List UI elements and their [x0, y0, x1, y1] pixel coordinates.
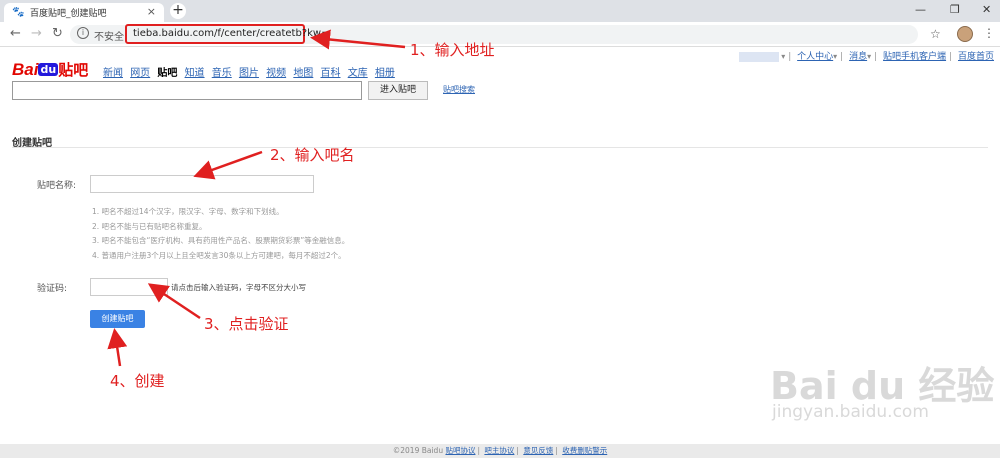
- copyright-text: ©2019 Baidu: [392, 446, 444, 455]
- tab-close-icon[interactable]: ×: [147, 5, 156, 18]
- annotation-step3: 3、点击验证: [204, 315, 289, 333]
- logo-bai-text: Bai: [12, 60, 39, 79]
- tieba-logo[interactable]: Bai du 贴吧: [12, 59, 92, 79]
- nav-news[interactable]: 新闻: [103, 68, 123, 79]
- tab-title: 百度贴吧_创建贴吧: [30, 9, 107, 19]
- annotation-step4: 4、创建: [110, 372, 165, 390]
- baidu-paw-icon: 🐾: [12, 7, 25, 18]
- profile-avatar[interactable]: [957, 26, 973, 42]
- user-bar: ▾ | 个人中心▾ | 消息▾ | 贴吧手机客户端 | 百度首页: [739, 49, 994, 62]
- back-icon[interactable]: ←: [10, 26, 21, 41]
- annotation-step2: 2、输入吧名: [270, 146, 355, 164]
- minimize-icon[interactable]: —: [915, 3, 926, 16]
- rule-item: 3. 吧名不能包含“医疗机构、具有药用性产品名、股票期货彩票”等金融信息。: [92, 236, 350, 246]
- footer-link-feedback[interactable]: 意见反馈: [523, 446, 553, 455]
- bookmark-star-icon[interactable]: ☆: [930, 27, 941, 41]
- user-center-link[interactable]: 个人中心: [797, 52, 833, 62]
- arrow-step2: [193, 150, 263, 180]
- rule-item: 1. 吧名不超过14个汉字，限汉字、字母、数字和下划线。: [92, 207, 284, 216]
- nav-music[interactable]: 音乐: [212, 68, 232, 79]
- reload-icon[interactable]: ↻: [52, 26, 63, 41]
- messages-link[interactable]: 消息: [849, 52, 867, 62]
- maximize-icon[interactable]: ❐: [950, 3, 960, 16]
- username-blurred[interactable]: [739, 51, 780, 62]
- forward-icon[interactable]: →: [31, 26, 42, 41]
- browser-toolbar: ← → ↻ i 不安全 tieba.baidu.com/f/center/cre…: [0, 22, 1000, 47]
- nav-tieba[interactable]: 贴吧: [157, 68, 177, 79]
- mobile-client-link[interactable]: 贴吧手机客户端: [883, 52, 946, 62]
- nav-album[interactable]: 相册: [375, 68, 395, 79]
- captcha-input[interactable]: [90, 278, 168, 296]
- chevron-down-icon[interactable]: ▾: [781, 52, 785, 61]
- insecure-label: 不安全: [94, 32, 124, 43]
- captcha-label: 验证码:: [37, 284, 68, 294]
- enter-tieba-button[interactable]: 进入贴吧: [368, 81, 428, 100]
- rule-item: 2. 吧名不能与已有贴吧名称重复。: [92, 221, 207, 231]
- logo-du-text: du: [38, 63, 59, 76]
- page-footer: ©2019 Baidu 贴吧协议 | 吧主协议 | 意见反馈 | 收费删贴警示: [0, 444, 1000, 458]
- new-tab-button[interactable]: +: [170, 3, 186, 19]
- baidu-home-link[interactable]: 百度首页: [958, 52, 994, 62]
- chevron-down-icon[interactable]: ▾: [867, 52, 871, 61]
- url-highlight-box: tieba.baidu.com/f/center/createtb?kw=: [125, 24, 329, 44]
- bar-name-input[interactable]: [90, 175, 314, 193]
- nav-video[interactable]: 视频: [266, 68, 286, 79]
- rule-item: 4. 普通用户注册3个月以上且全吧发言30条以上方可建吧，每月不超过2个。: [92, 251, 346, 261]
- nav-map[interactable]: 地图: [293, 68, 313, 79]
- section-divider: [12, 147, 988, 148]
- bar-name-label: 贴吧名称:: [37, 181, 77, 191]
- nav-wenku[interactable]: 文库: [348, 68, 368, 79]
- captcha-hint: 请点击后输入验证码，字母不区分大小写: [171, 283, 306, 292]
- chevron-down-icon[interactable]: ▾: [833, 52, 837, 61]
- annotation-step1: 1、输入地址: [410, 41, 495, 59]
- footer-link-admin-agreement[interactable]: 吧主协议: [484, 446, 514, 455]
- footer-link-agreement[interactable]: 贴吧协议: [445, 446, 475, 455]
- top-nav: 新闻 网页 贴吧 知道 音乐 图片 视频 地图 百科 文库 相册: [103, 64, 399, 79]
- nav-web[interactable]: 网页: [130, 68, 150, 79]
- nav-baike[interactable]: 百科: [321, 68, 341, 79]
- logo-tieba-text: 贴吧: [58, 61, 89, 79]
- naming-rules: 1. 吧名不超过14个汉字，限汉字、字母、数字和下划线。 2. 吧名不能与已有贴…: [92, 205, 349, 264]
- browser-tab[interactable]: 🐾 百度贴吧_创建贴吧 ×: [4, 3, 164, 22]
- arrow-step4: [107, 328, 128, 367]
- create-bar-button[interactable]: 创建贴吧: [90, 310, 145, 328]
- browser-menu-icon[interactable]: ⋮: [983, 26, 995, 40]
- info-icon[interactable]: i: [77, 27, 89, 39]
- close-window-icon[interactable]: ✕: [982, 3, 991, 16]
- tieba-search-link[interactable]: 贴吧搜索: [443, 84, 475, 95]
- browser-tab-strip: 🐾 百度贴吧_创建贴吧 × + — ❐ ✕: [0, 0, 1000, 22]
- watermark-url: jingyan.baidu.com: [772, 402, 929, 422]
- nav-images[interactable]: 图片: [239, 68, 259, 79]
- tieba-search-input[interactable]: [12, 81, 362, 100]
- url-text[interactable]: tieba.baidu.com/f/center/createtb?kw=: [133, 28, 329, 39]
- footer-link-warning[interactable]: 收费删贴警示: [562, 446, 607, 455]
- nav-zhidao[interactable]: 知道: [185, 68, 205, 79]
